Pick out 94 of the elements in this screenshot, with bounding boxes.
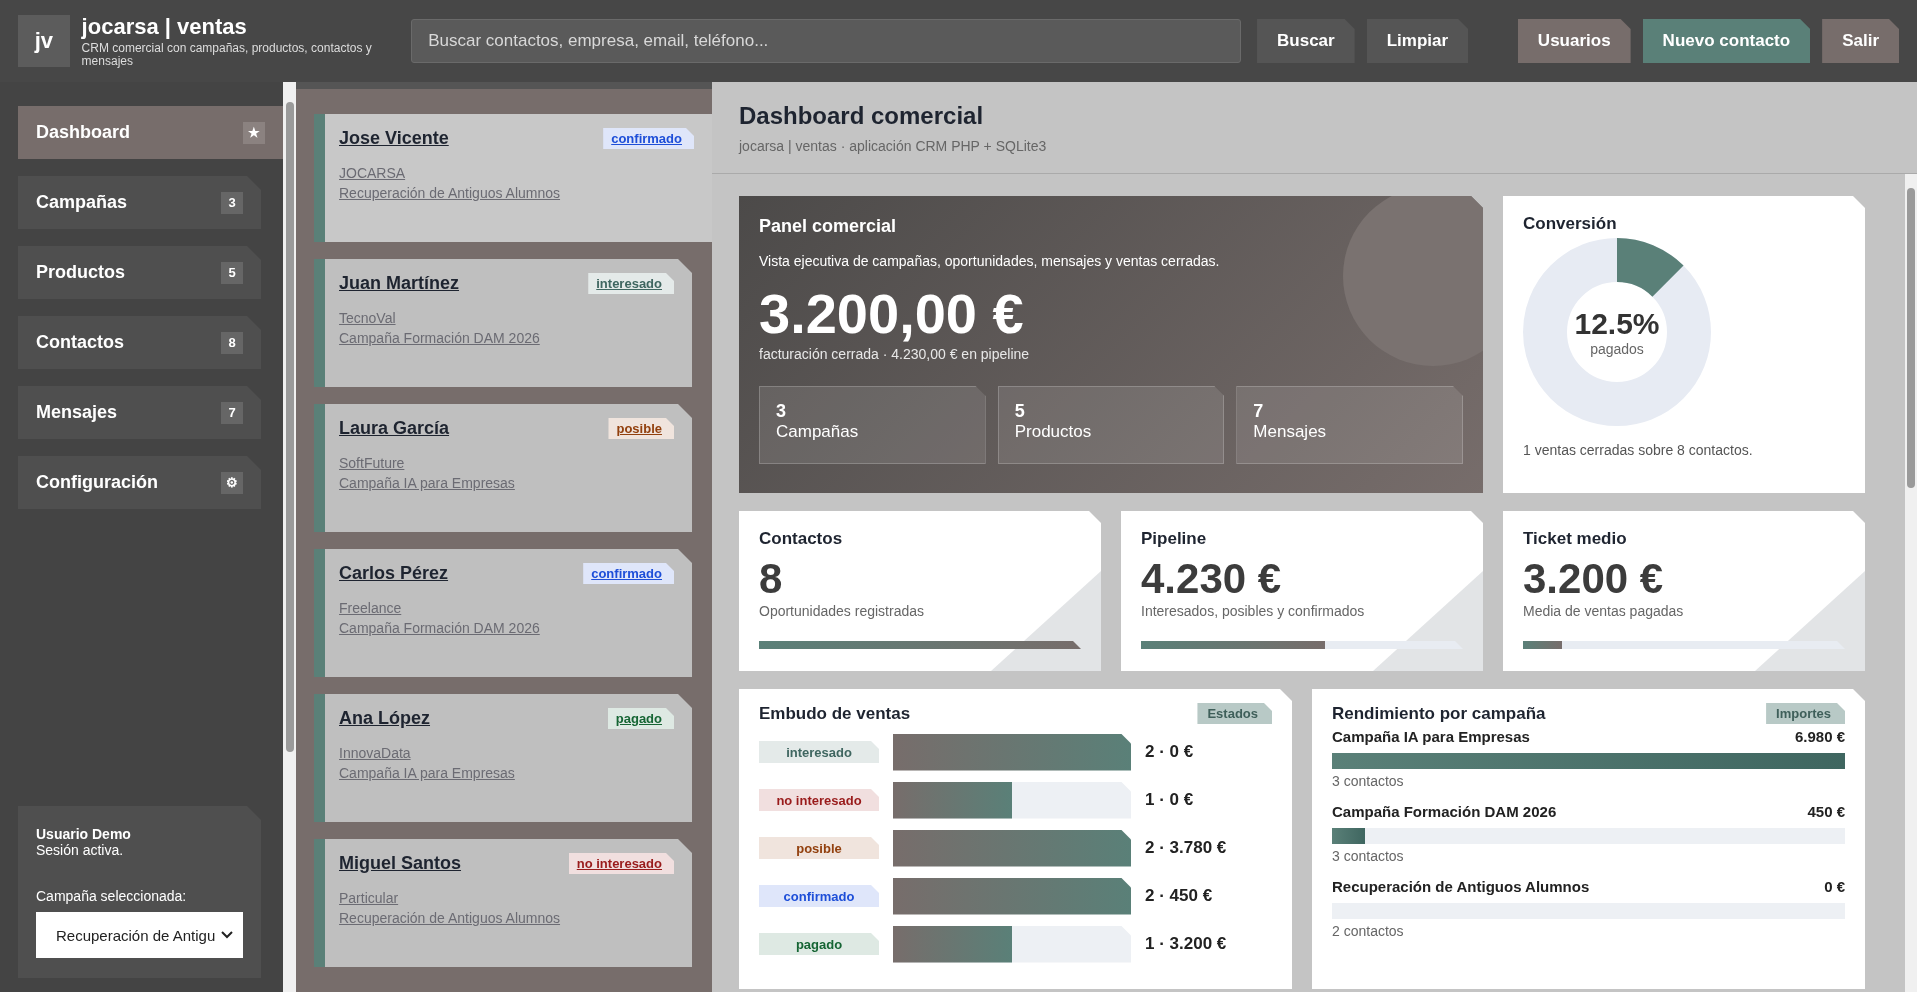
funnel-value: 2 · 450 € xyxy=(1145,886,1213,906)
kpi-value: 4.230 € xyxy=(1141,555,1283,603)
nav-badge: 5 xyxy=(221,261,243,284)
nav-item[interactable]: Productos 5 xyxy=(18,246,261,299)
status-tag: posible xyxy=(608,418,674,439)
stat-value: 3 xyxy=(776,401,787,422)
nav-item[interactable]: Contactos 8 xyxy=(18,316,261,369)
card-tag: Estados xyxy=(1197,703,1272,724)
scrollbar-thumb[interactable] xyxy=(285,102,294,752)
card-tag: Importes xyxy=(1766,703,1845,724)
card-title: Embudo de ventas xyxy=(759,703,911,724)
contact-name[interactable]: Miguel Santos xyxy=(339,853,461,874)
conversion-caption: pagados xyxy=(1590,341,1644,357)
hero-note: facturación cerrada · 4.230,00 € en pipeline xyxy=(759,346,1030,362)
status-tag: no interesado xyxy=(568,853,674,874)
hero-title: Panel comercial xyxy=(759,216,898,237)
contact-card[interactable]: Jose Vicente confirmado JOCARSA Recuperación de Antiguos Alumnos xyxy=(314,114,712,242)
chevron-down-icon xyxy=(221,931,233,939)
status-tag: interesado xyxy=(759,741,879,763)
header-button[interactable]: Salir xyxy=(1822,19,1899,63)
contact-card[interactable]: Laura García posible SoftFuture Campaña IA para Empresas xyxy=(314,404,692,532)
funnel-value: 1 · 0 € xyxy=(1145,790,1194,810)
campaign-select[interactable]: Recuperación de Antigu xyxy=(36,912,243,958)
page-title: Dashboard comercial xyxy=(739,102,985,130)
header-button[interactable]: Buscar xyxy=(1257,19,1355,63)
status-tag: confirmado xyxy=(603,128,694,149)
nav-badge: ★ xyxy=(243,121,265,144)
nav-badge: ⚙ xyxy=(221,471,243,494)
kpi-caption: Interesados, posibles y confirmados xyxy=(1141,603,1366,619)
campaign-name: Recuperación de Antiguos Alumnos xyxy=(1332,878,1590,895)
status-tag: pagado xyxy=(607,708,674,729)
nav-badge: 7 xyxy=(221,401,243,424)
funnel-value: 2 · 0 € xyxy=(1145,742,1194,762)
card-title: Rendimiento por campaña xyxy=(1332,703,1546,724)
campaign-name: Campaña IA para Empresas xyxy=(1332,728,1530,745)
contact-card[interactable]: Miguel Santos no interesado Particular Recuperación de Antiguos Alumnos xyxy=(314,839,692,967)
contact-name[interactable]: Juan Martínez xyxy=(339,273,460,294)
card-title: Ticket medio xyxy=(1523,529,1628,549)
page-subtitle: jocarsa | ventas · aplicación CRM PHP + SQLite3 xyxy=(739,138,1048,154)
funnel-value: 1 · 3.200 € xyxy=(1145,934,1227,954)
logo: jv xyxy=(18,15,70,67)
card-title: Pipeline xyxy=(1141,529,1208,549)
hero-description: Vista ejecutiva de campañas, oportunidades, mensajes y ventas cerradas. xyxy=(759,253,1220,269)
nav-item[interactable]: Campañas 3 xyxy=(18,176,261,229)
card-title: Contactos xyxy=(759,529,844,549)
session-status: Sesión activa. xyxy=(36,842,125,858)
app-subtitle: CRM comercial con campañas, productos, contactos y mensajes xyxy=(81,41,373,69)
contact-name[interactable]: Jose Vicente xyxy=(339,128,449,149)
stat-value: 5 xyxy=(1014,401,1026,422)
stat-label: Campañas xyxy=(776,422,860,442)
contact-name[interactable]: Ana López xyxy=(339,708,430,729)
card-title: Conversión xyxy=(1523,214,1618,234)
campaign-label: Campaña seleccionada: xyxy=(36,888,188,904)
hero-amount: 3.200,00 € xyxy=(759,281,1024,346)
status-tag: confirmado xyxy=(583,563,674,584)
nav-item[interactable]: Dashboard ★ xyxy=(18,106,283,159)
status-tag: interesado xyxy=(588,273,674,294)
kpi-value: 8 xyxy=(759,555,784,603)
kpi-value: 3.200 € xyxy=(1523,555,1665,603)
nav-item[interactable]: Mensajes 7 xyxy=(18,386,261,439)
scrollbar-thumb[interactable] xyxy=(1907,188,1915,488)
contact-name[interactable]: Laura García xyxy=(339,418,450,439)
user-name: Usuario Demo xyxy=(36,826,132,842)
status-tag: confirmado xyxy=(759,885,879,907)
campaign-amount: 450 € xyxy=(1807,803,1845,820)
stat-label: Productos xyxy=(1014,422,1093,442)
nav-badge: 8 xyxy=(221,331,243,354)
nav-item[interactable]: Configuración ⚙ xyxy=(18,456,261,509)
contact-name[interactable]: Carlos Pérez xyxy=(339,563,449,584)
kpi-caption: Media de ventas pagadas xyxy=(1523,603,1685,619)
funnel-value: 2 · 3.780 € xyxy=(1145,838,1227,858)
campaign-contacts: 2 contactos xyxy=(1332,923,1405,939)
campaign-amount: 0 € xyxy=(1824,878,1845,895)
conversion-note: 1 ventas cerradas sobre 8 contactos. xyxy=(1523,442,1754,458)
status-tag: pagado xyxy=(759,933,879,955)
header-button[interactable]: Limpiar xyxy=(1366,19,1469,63)
header-button[interactable]: Nuevo contacto xyxy=(1642,19,1811,63)
campaign-amount: 6.980 € xyxy=(1794,728,1845,745)
contact-card[interactable]: Ana López pagado InnovaData Campaña IA para Empresas xyxy=(314,694,692,822)
search-field[interactable]: Buscar contactos, empresa, email, teléfono... xyxy=(411,19,1241,63)
campaign-contacts: 3 contactos xyxy=(1332,773,1405,789)
app-title: jocarsa | ventas xyxy=(81,13,248,40)
nav-badge: 3 xyxy=(221,191,243,214)
conversion-percent: 12.5% xyxy=(1574,307,1660,341)
status-tag: no interesado xyxy=(759,789,879,811)
status-tag: posible xyxy=(759,837,879,859)
stat-value: 7 xyxy=(1253,401,1265,422)
kpi-caption: Oportunidades registradas xyxy=(759,603,925,619)
campaign-name: Campaña Formación DAM 2026 xyxy=(1332,803,1557,820)
stat-label: Mensajes xyxy=(1253,422,1328,442)
contact-card[interactable]: Carlos Pérez confirmado Freelance Campaña Formación DAM 2026 xyxy=(314,549,692,677)
contact-card[interactable]: Juan Martínez interesado TecnoVal Campaña Formación DAM 2026 xyxy=(314,259,692,387)
campaign-contacts: 3 contactos xyxy=(1332,848,1405,864)
header-button[interactable]: Usuarios xyxy=(1517,19,1631,63)
